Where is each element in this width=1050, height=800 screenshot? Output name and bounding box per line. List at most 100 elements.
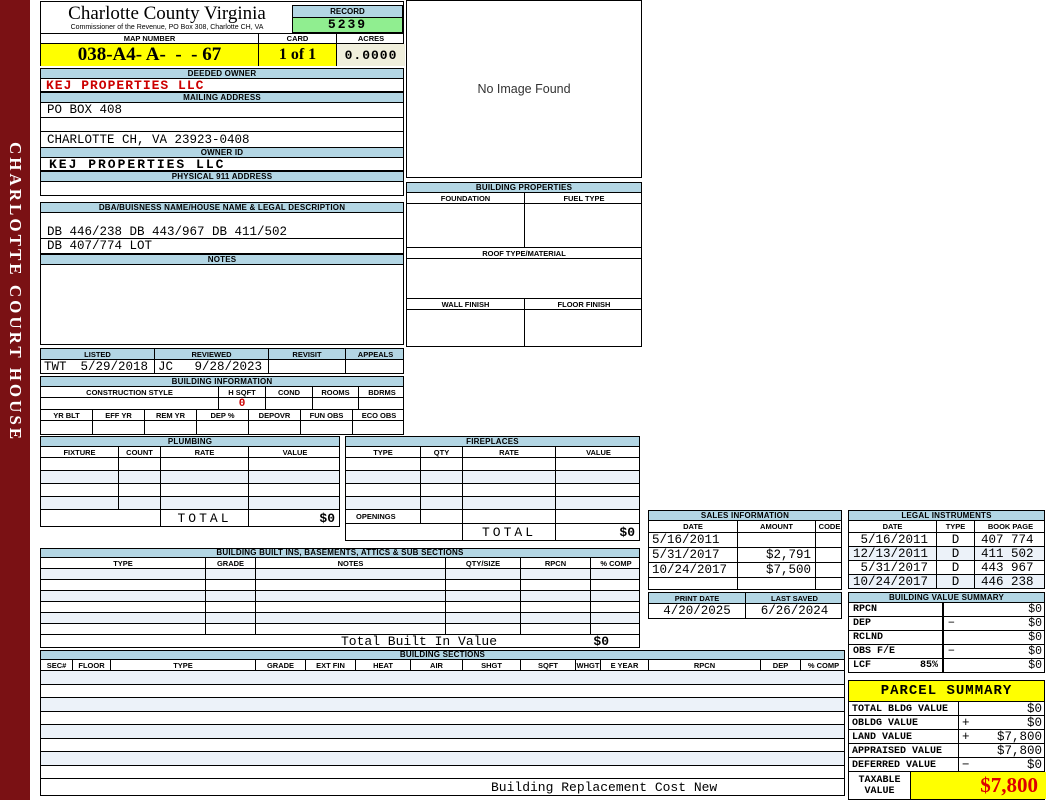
acres-value[interactable]: 0.0000 xyxy=(337,44,405,66)
legal-instrument-row[interactable]: 5/16/2011 D 407 774 xyxy=(848,533,1045,547)
last-saved-value: 6/26/2024 xyxy=(760,604,829,618)
revisit-label: REVISIT xyxy=(269,349,346,359)
legal-instrument-row[interactable]: 12/13/2011 D 411 502 xyxy=(848,547,1045,561)
sales-row[interactable]: 5/31/2017 $2,791 xyxy=(648,548,842,563)
fuel-type-label: FUEL TYPE xyxy=(563,193,605,203)
plumbing-row[interactable] xyxy=(40,458,340,471)
county-sidebar: CHARLOTTE COURT HOUSE xyxy=(0,0,30,800)
listed-value[interactable]: TWT 5/29/2018 xyxy=(41,360,155,373)
fireplaces-row[interactable] xyxy=(345,471,640,484)
appeals-value[interactable] xyxy=(346,360,405,373)
mailing-line-2[interactable] xyxy=(41,118,403,132)
openings-label: OPENINGS xyxy=(346,510,421,523)
bdrms-value[interactable] xyxy=(359,398,405,409)
building-sections-row[interactable] xyxy=(40,738,845,752)
sales-row[interactable] xyxy=(648,578,842,590)
construction-style-value[interactable] xyxy=(41,398,219,409)
parcel-id-values: 038-A4- A- - - 67 1 of 1 0.0000 xyxy=(40,44,405,66)
foundation-fuel-headers: FOUNDATION FUEL TYPE xyxy=(406,193,642,204)
legal-instrument-row[interactable]: 5/31/2017 D 443 967 xyxy=(848,561,1045,575)
sales-row[interactable]: 10/24/2017 $7,500 xyxy=(648,563,842,578)
sales-headers: DATE AMOUNT CODE xyxy=(648,521,842,533)
fireplaces-openings-row[interactable]: OPENINGS xyxy=(345,510,640,524)
card-value[interactable]: 1 of 1 xyxy=(259,44,337,66)
building-sections-headers: SEC# FLOOR TYPE GRADE EXT FIN HEAT AIR S… xyxy=(40,660,845,671)
mailing-line-1[interactable]: PO BOX 408 xyxy=(41,103,403,118)
visits-section: LISTED REVIEWED REVISIT APPEALS TWT 5/29/… xyxy=(40,348,404,374)
building-sections-row[interactable] xyxy=(40,725,845,739)
hsqft-value[interactable]: 0 xyxy=(219,398,266,409)
building-sections-row[interactable] xyxy=(40,711,845,725)
roof-value[interactable] xyxy=(406,259,642,299)
parcel-summary-row: OBLDG VALUE + $0 xyxy=(848,716,1045,730)
deeded-owner-value[interactable]: KEJ PROPERTIES LLC xyxy=(40,78,404,93)
bdrms-label: BDRMS xyxy=(368,387,396,397)
mailing-address-box[interactable]: PO BOX 408 CHARLOTTE CH, VA 23923-0408 xyxy=(40,103,404,147)
built-ins-row[interactable] xyxy=(40,580,640,591)
building-sections-row[interactable] xyxy=(40,698,845,712)
notes-box[interactable] xyxy=(40,265,404,345)
fireplaces-row[interactable] xyxy=(345,497,640,510)
plumbing-title: PLUMBING xyxy=(40,436,340,447)
county-title: Charlotte County Virginia xyxy=(68,3,266,24)
plumbing-row[interactable] xyxy=(40,471,340,484)
building-sections-row[interactable] xyxy=(40,684,845,698)
wall-finish-label: WALL FINISH xyxy=(407,299,525,309)
parcel-summary-row: LAND VALUE + $7,800 xyxy=(848,730,1045,744)
commissioner-line: Commissioner of the Revenue, PO Box 308,… xyxy=(70,24,264,31)
cond-value[interactable] xyxy=(266,398,313,409)
physical-911-value[interactable] xyxy=(40,182,404,196)
legal-instruments-headers: DATE TYPE BOOK PAGE xyxy=(848,521,1045,533)
remyr-label: REM YR xyxy=(145,410,197,420)
built-ins-row[interactable] xyxy=(40,613,640,624)
mailing-line-3[interactable]: CHARLOTTE CH, VA 23923-0408 xyxy=(41,132,403,147)
building-sections-row[interactable] xyxy=(40,752,845,766)
building-info-values-2 xyxy=(40,421,404,435)
property-image-panel[interactable]: No Image Found xyxy=(406,0,642,178)
built-ins-title: BUILDING BUILT INS, BASEMENTS, ATTICS & … xyxy=(40,548,640,558)
plumbing-row[interactable] xyxy=(40,484,340,497)
print-date-label: PRINT DATE xyxy=(649,593,746,603)
print-info-section: PRINT DATE LAST SAVED 4/20/2025 6/26/202… xyxy=(648,592,842,619)
plumbing-row[interactable] xyxy=(40,497,340,510)
cond-label: COND xyxy=(266,387,313,397)
legal-instrument-row[interactable]: 10/24/2017 D 446 238 xyxy=(848,575,1045,589)
legal-description-line-1[interactable]: DB 446/238 DB 443/967 DB 411/502 xyxy=(41,225,403,239)
building-sections-row[interactable] xyxy=(40,765,845,779)
depovr-label: DEPOVR xyxy=(249,410,301,420)
built-ins-total-row: Total Built In Value $0 xyxy=(40,634,640,649)
last-saved-label: LAST SAVED xyxy=(771,593,818,603)
record-value[interactable]: 5239 xyxy=(292,18,403,33)
building-info-headers-1: CONSTRUCTION STYLE H SQFT COND ROOMS BDR… xyxy=(40,387,404,398)
map-number-value[interactable]: 038-A4- A- - - 67 xyxy=(41,44,259,66)
building-info-values-1: 0 xyxy=(40,398,404,410)
reviewed-value[interactable]: JC 9/28/2023 xyxy=(155,360,269,373)
wall-finish-value[interactable] xyxy=(407,310,525,346)
revisit-value[interactable] xyxy=(269,360,346,373)
built-ins-row[interactable] xyxy=(40,624,640,635)
building-info-section: BUILDING INFORMATION CONSTRUCTION STYLE … xyxy=(40,376,404,435)
built-ins-row[interactable] xyxy=(40,569,640,580)
legal-description-line-2[interactable]: DB 407/774 LOT xyxy=(41,239,403,253)
print-info-values: 4/20/2025 6/26/2024 xyxy=(648,604,842,619)
foundation-value[interactable] xyxy=(407,204,525,247)
fireplaces-row[interactable] xyxy=(345,484,640,497)
wall-floor-headers: WALL FINISH FLOOR FINISH xyxy=(406,299,642,310)
rooms-value[interactable] xyxy=(313,398,359,409)
deppct-label: DEP % xyxy=(197,410,249,420)
fireplaces-row[interactable] xyxy=(345,458,640,471)
taxable-value: $7,800 xyxy=(911,772,1046,799)
owner-id-value[interactable]: KEJ PROPERTIES LLC xyxy=(40,157,404,172)
building-info-headers-2: YR BLT EFF YR REM YR DEP % DEPOVR FUN OB… xyxy=(40,410,404,421)
built-ins-row[interactable] xyxy=(40,591,640,602)
fireplaces-total-row: TOTAL $0 xyxy=(345,524,640,541)
built-ins-row[interactable] xyxy=(40,602,640,613)
foundation-fuel-values xyxy=(406,204,642,248)
building-sections-row[interactable] xyxy=(40,671,845,685)
sales-row[interactable]: 5/16/2011 xyxy=(648,533,842,548)
legal-description-box[interactable]: DB 446/238 DB 443/967 DB 411/502 DB 407/… xyxy=(40,213,404,254)
value-summary-row: OBS F/E − $0 xyxy=(848,645,1045,659)
fuel-type-value[interactable] xyxy=(525,204,643,247)
floor-finish-value[interactable] xyxy=(525,310,643,346)
acres-label: ACRES xyxy=(357,34,385,43)
